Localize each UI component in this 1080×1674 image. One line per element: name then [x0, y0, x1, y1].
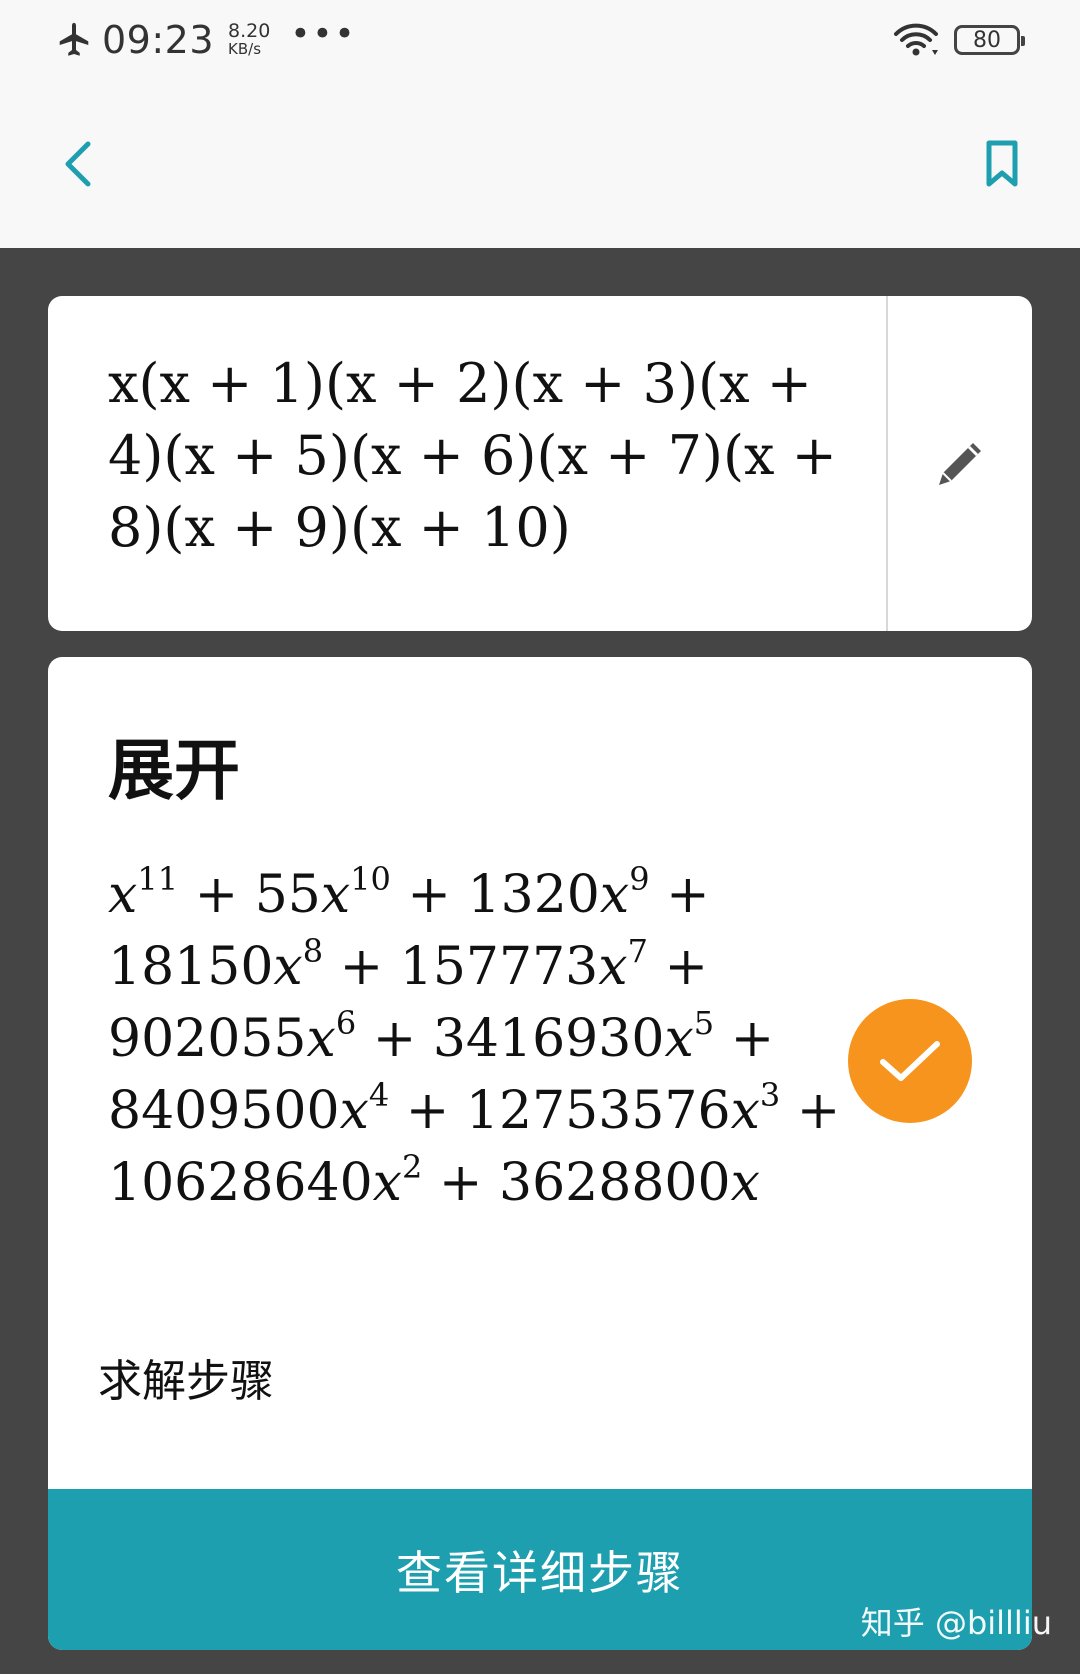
bookmark-icon: [986, 140, 1018, 187]
term: 10628640x2: [108, 1148, 423, 1213]
pencil-icon: [939, 442, 981, 485]
more-notifications-icon: •••: [290, 14, 357, 54]
app-bar: [0, 88, 1080, 248]
result-line: x11 + 55x10 + 1320x9 +: [108, 860, 710, 925]
result-title: 展开: [108, 732, 240, 809]
content-area: x(x + 1)(x + 2)(x + 3)(x + 4)(x + 5)(x +…: [0, 248, 1080, 1674]
result-line: 902055x6 + 3416930x5 +: [108, 1004, 775, 1069]
status-right: 80: [892, 22, 1025, 58]
network-speed-value: 8.20: [228, 20, 271, 42]
back-button[interactable]: [48, 132, 108, 196]
term: 157773x7: [399, 932, 648, 997]
term: 8409500x4: [108, 1076, 390, 1141]
battery-icon: 80: [954, 25, 1025, 55]
clock: 09:23: [102, 18, 215, 62]
network-speed-unit: KB/s: [228, 40, 262, 58]
problem-line: 4)(x + 5)(x + 6)(x + 7)(x +: [108, 424, 837, 487]
term: 12753576x3: [465, 1076, 781, 1141]
wifi-icon: [894, 23, 938, 56]
chevron-left-icon: [65, 141, 91, 187]
result-line: 18150x8 + 157773x7 +: [108, 932, 709, 997]
term: 55x10: [254, 860, 391, 925]
term: 1320x9: [467, 860, 650, 925]
watermark: 知乎 @billliu: [860, 1604, 1052, 1642]
edit-button[interactable]: [888, 296, 1032, 631]
steps-label: 求解步骤: [98, 1356, 274, 1407]
airplane-mode-icon: [59, 22, 89, 56]
result-card: 展开 x11 + 55x10 + 1320x9 + 18150x8 + 1577…: [48, 657, 1032, 1650]
term: 902055x6: [108, 1004, 357, 1069]
term: x11: [108, 860, 179, 925]
result-expression: x11 + 55x10 + 1320x9 + 18150x8 + 157773x…: [108, 859, 841, 1219]
verified-badge: [848, 999, 972, 1123]
battery-level: 80: [973, 27, 1001, 53]
problem-expression[interactable]: x(x + 1)(x + 2)(x + 3)(x + 4)(x + 5)(x +…: [108, 348, 888, 564]
problem-line: x(x + 1)(x + 2)(x + 3)(x +: [108, 352, 812, 415]
term: 3416930x5: [432, 1004, 715, 1069]
check-icon: [880, 1041, 940, 1081]
result-line: 10628640x2 + 3628800x: [108, 1148, 760, 1213]
result-line: 8409500x4 + 12753576x3 +: [108, 1076, 841, 1141]
problem-card: x(x + 1)(x + 2)(x + 3)(x + 4)(x + 5)(x +…: [48, 296, 1032, 631]
status-left: 09:23 8.20 KB/s •••: [56, 14, 357, 62]
network-speed: 8.20 KB/s: [228, 20, 271, 59]
problem-line: 8)(x + 9)(x + 10): [108, 496, 571, 559]
term: 3628800x: [499, 1153, 760, 1213]
term: 18150x8: [108, 932, 324, 997]
status-bar: 09:23 8.20 KB/s ••• 80: [0, 0, 1080, 88]
bookmark-button[interactable]: [972, 132, 1032, 196]
